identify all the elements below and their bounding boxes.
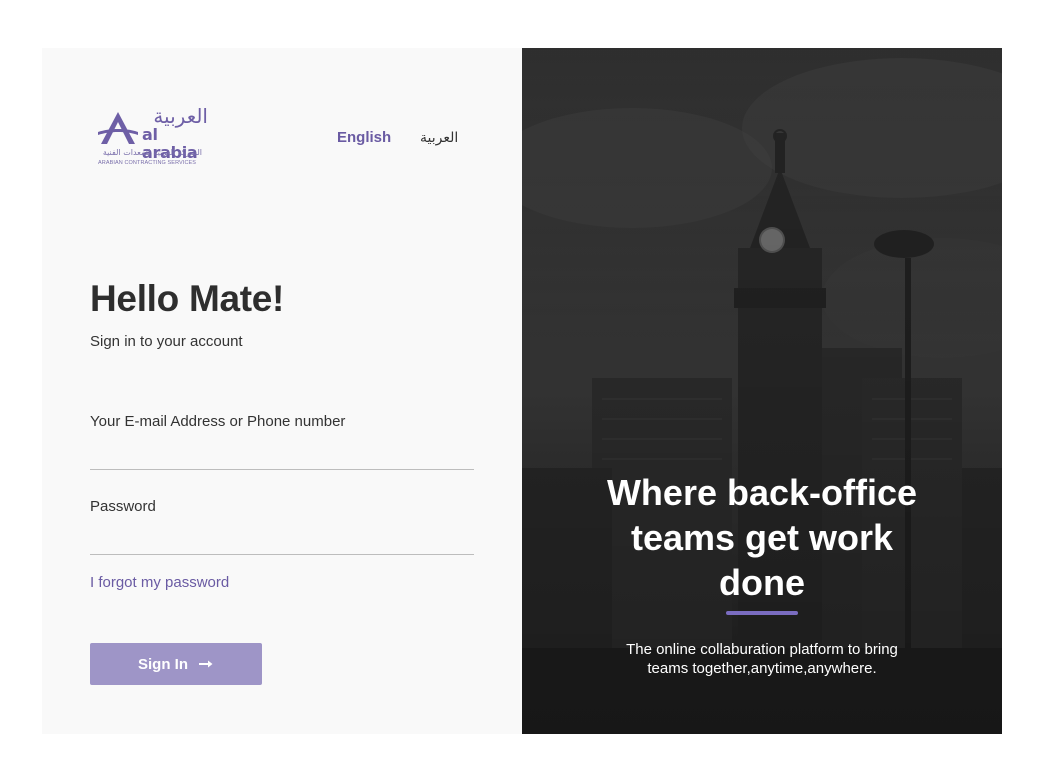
login-panel: العربية al arabia الشركة العربية للمعدات…	[42, 48, 522, 734]
hero-tagline: The online collaburation platform to bri…	[626, 641, 898, 677]
sign-in-label: Sign In	[138, 655, 188, 673]
password-label: Password	[90, 498, 156, 515]
email-field[interactable]	[90, 444, 474, 470]
hero-panel: Where back-office teams get work done Th…	[522, 48, 1002, 734]
hero-background-image	[522, 48, 1002, 734]
logo-a-icon	[98, 112, 138, 144]
logo-arabic-name: العربية	[153, 104, 208, 128]
logo-arabic-subtitle: الشركة العربية للمعدات الفنية	[102, 148, 202, 157]
language-arabic-link[interactable]: العربية	[420, 129, 458, 147]
forgot-password-link[interactable]: I forgot my password	[90, 574, 229, 592]
email-label: Your E-mail Address or Phone number	[90, 413, 346, 430]
password-field[interactable]	[90, 529, 474, 555]
hero-title: Where back-office teams get work done	[606, 472, 918, 603]
sign-in-button[interactable]: Sign In	[90, 643, 262, 685]
arrow-right-icon	[199, 660, 213, 668]
login-card: العربية al arabia الشركة العربية للمعدات…	[42, 48, 1002, 734]
page-title: Hello Mate!	[90, 278, 285, 319]
hero-divider	[726, 611, 798, 615]
company-logo: العربية al arabia الشركة العربية للمعدات…	[96, 106, 208, 172]
page-subtitle: Sign in to your account	[90, 333, 243, 350]
logo-english-subtitle: ARABIAN CONTRACTING SERVICES	[98, 160, 197, 166]
language-english-link[interactable]: English	[337, 129, 391, 147]
